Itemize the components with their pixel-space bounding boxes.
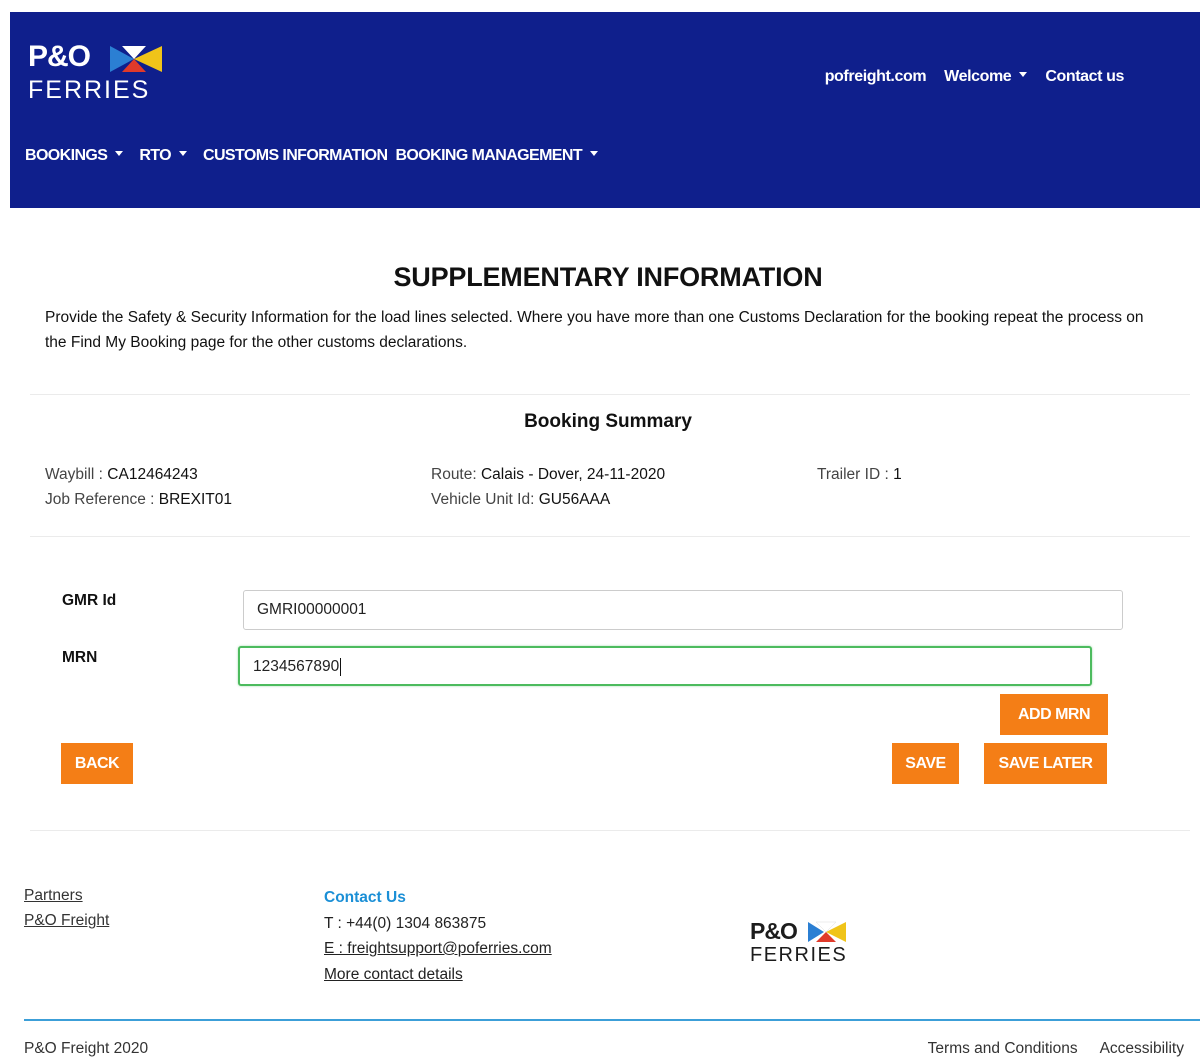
caret-down-icon xyxy=(590,151,598,157)
accessibility-link[interactable]: Accessibility xyxy=(1100,1040,1184,1057)
contact-us-heading: Contact Us xyxy=(324,889,406,906)
trailer-row: Trailer ID : 1 xyxy=(817,462,902,487)
vehicle-unit-row: Vehicle Unit Id: GU56AAA xyxy=(431,487,665,512)
job-reference-value: BREXIT01 xyxy=(158,491,232,508)
more-contact-details-link[interactable]: More contact details xyxy=(324,966,463,983)
page-title: SUPPLEMENTARY INFORMATION xyxy=(393,262,823,292)
caret-down-icon xyxy=(179,151,188,157)
footer-logo-text-bottom: FERRIES xyxy=(750,944,848,966)
footer-logo: P&O FERRIES xyxy=(750,918,860,968)
route-value: Calais - Dover, 24-11-2020 xyxy=(480,466,666,483)
nav-bookings[interactable]: BOOKINGS xyxy=(25,147,124,165)
summary-col-waybill: Waybill : CA12464243 Job Reference : BRE… xyxy=(45,462,232,512)
mrn-label: MRN xyxy=(62,649,98,666)
po-freight-link[interactable]: P&O Freight xyxy=(24,912,109,930)
back-button[interactable]: BACK xyxy=(61,743,133,784)
nav-booking-management-label: BOOKING MANAGEMENT xyxy=(395,147,582,164)
flag-icon xyxy=(808,921,846,942)
footer-divider xyxy=(24,1019,1200,1021)
footer-logo-text-top: P&O xyxy=(750,918,798,944)
caret-down-icon xyxy=(1019,72,1028,78)
save-later-button[interactable]: SAVE LATER xyxy=(984,743,1107,784)
booking-summary-title: Booking Summary xyxy=(524,411,692,432)
header-top-links: pofreight.com Welcome Contact us xyxy=(825,68,1125,86)
nav-rto-label: RTO xyxy=(139,147,172,164)
trailer-label: Trailer ID : xyxy=(817,466,894,483)
mrn-value: 1234567890 xyxy=(253,658,340,675)
summary-col-route: Route: Calais - Dover, 24-11-2020 Vehicl… xyxy=(431,462,665,512)
email-link[interactable]: E : freightsupport@poferries.com xyxy=(324,940,552,957)
flag-icon xyxy=(110,46,162,72)
divider xyxy=(30,830,1190,831)
intro-text: Provide the Safety & Security Informatio… xyxy=(45,309,1144,351)
save-button[interactable]: SAVE xyxy=(892,743,959,784)
pofreight-link[interactable]: pofreight.com xyxy=(825,68,927,86)
gmr-id-label: GMR Id xyxy=(62,592,117,609)
footer-contact: Contact Us T : +44(0) 1304 863875 E : fr… xyxy=(324,885,552,987)
nav-customs-information[interactable]: CUSTOMS INFORMATION xyxy=(203,147,388,165)
terms-link[interactable]: Terms and Conditions xyxy=(928,1040,1078,1057)
divider xyxy=(30,394,1190,395)
po-ferries-logo[interactable]: P&O FERRIES xyxy=(28,40,168,104)
job-reference-row: Job Reference : BREXIT01 xyxy=(45,487,232,512)
nav-rto[interactable]: RTO xyxy=(139,147,188,165)
phone-text: T : +44(0) 1304 863875 xyxy=(324,914,487,932)
route-row: Route: Calais - Dover, 24-11-2020 xyxy=(431,462,665,487)
welcome-dropdown[interactable]: Welcome xyxy=(944,68,1028,86)
vehicle-unit-label: Vehicle Unit Id: xyxy=(431,491,539,508)
welcome-label: Welcome xyxy=(944,68,1012,85)
nav-booking-management[interactable]: BOOKING MANAGEMENT xyxy=(395,147,598,165)
logo-text-bottom: FERRIES xyxy=(28,76,151,104)
gmr-id-input[interactable]: GMRI00000001 xyxy=(243,590,1123,630)
add-mrn-button[interactable]: ADD MRN xyxy=(1000,694,1108,735)
main-nav: BOOKINGS RTO CUSTOMS INFORMATION BOOKING… xyxy=(25,147,598,165)
vehicle-unit-value: GU56AAA xyxy=(538,491,611,508)
partners-link[interactable]: Partners xyxy=(24,887,83,905)
waybill-row: Waybill : CA12464243 xyxy=(45,462,232,487)
contact-us-link[interactable]: Contact us xyxy=(1045,68,1124,86)
job-reference-label: Job Reference : xyxy=(45,491,159,508)
footer-bottom-links: Terms and Conditions Accessibility xyxy=(928,1040,1184,1057)
site-header: P&O FERRIES pofreight.com Welcome Contac… xyxy=(10,12,1200,208)
mrn-input[interactable]: 1234567890 xyxy=(238,646,1092,686)
logo-text-top: P&O xyxy=(28,40,91,73)
trailer-value: 1 xyxy=(893,466,902,483)
summary-col-trailer: Trailer ID : 1 xyxy=(817,462,902,487)
nav-bookings-label: BOOKINGS xyxy=(25,147,108,164)
waybill-label: Waybill : xyxy=(45,466,108,483)
gmr-id-value: GMRI00000001 xyxy=(257,601,367,618)
text-cursor xyxy=(340,657,342,676)
route-label: Route: xyxy=(431,466,481,483)
caret-down-icon xyxy=(115,151,124,157)
waybill-value: CA12464243 xyxy=(107,466,198,483)
copyright-text: P&O Freight 2020 xyxy=(24,1040,149,1057)
divider xyxy=(30,536,1190,537)
